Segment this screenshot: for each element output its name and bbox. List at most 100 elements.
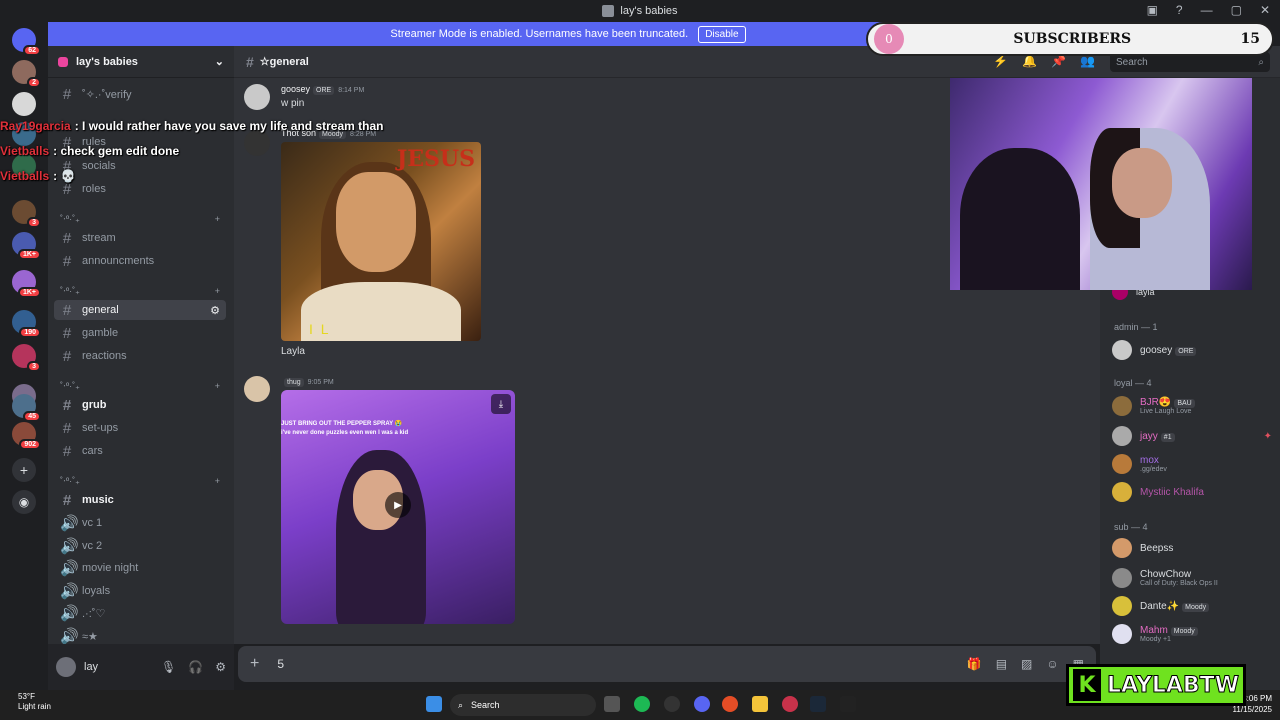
username[interactable]: lay: [84, 661, 98, 673]
webcam-overlay: [950, 78, 1252, 290]
members-icon[interactable]: 👥: [1080, 54, 1095, 68]
voice-channel[interactable]: 🔊 ≈★: [54, 626, 226, 644]
emoji-icon[interactable]: ☺: [1046, 657, 1058, 671]
category-header[interactable]: ˚‧º·˚₊ +: [60, 381, 220, 395]
voice-channel-vc1[interactable]: 🔊 vc 1: [54, 513, 226, 533]
member-item[interactable]: BJR😍 BAU Live Laugh Love: [1112, 394, 1272, 418]
member-item[interactable]: mox .gg/edev: [1112, 452, 1272, 476]
member-group-header: loyal — 4: [1114, 378, 1152, 388]
voice-channel-movie-night[interactable]: 🔊 movie night: [54, 558, 226, 578]
video-attachment[interactable]: JUST BRING OUT THE PEPPER SPRAY 😭 i've ne…: [281, 390, 515, 624]
voice-channel[interactable]: 🔊 .·:˚♡: [54, 603, 226, 623]
discord-icon: [602, 5, 615, 17]
add-attachment-icon[interactable]: +: [250, 655, 259, 673]
author-name[interactable]: goosey: [281, 84, 310, 94]
message-composer[interactable]: + 5 🎁 ▤ ▨ ☺ ▦: [238, 646, 1096, 682]
member-item[interactable]: jayy #1 ✦: [1112, 424, 1272, 448]
channel-verify[interactable]: # ˚✧.·˚verify: [54, 84, 226, 104]
discover-icon[interactable]: ◉: [12, 490, 36, 514]
member-item[interactable]: Mahm Moody Moody +1: [1112, 622, 1272, 646]
taskbar-search[interactable]: ⌕ Search: [450, 694, 596, 716]
spotify-icon[interactable]: [634, 696, 650, 712]
task-view-icon[interactable]: [604, 696, 620, 712]
member-item[interactable]: goosey ORE: [1112, 338, 1272, 362]
message-input[interactable]: 5: [277, 657, 284, 671]
maximize-button[interactable]: ▢: [1231, 3, 1242, 17]
stream-chat-line: Vietballs: check gem edit done: [0, 143, 180, 158]
threads-icon[interactable]: ⚡: [993, 54, 1008, 68]
sticker-icon[interactable]: ▨: [1021, 657, 1032, 671]
disable-button[interactable]: Disable: [698, 25, 746, 43]
member-item[interactable]: Beepss: [1112, 536, 1272, 560]
server-icon[interactable]: 45: [12, 394, 41, 422]
minimize-button[interactable]: —: [1201, 3, 1213, 17]
download-icon[interactable]: ⤓: [491, 394, 511, 414]
discord-icon[interactable]: [694, 696, 710, 712]
server-header[interactable]: lay's babies ⌄: [48, 46, 234, 78]
server-icon[interactable]: 2: [12, 60, 41, 88]
pin-icon[interactable]: 📌: [1051, 54, 1066, 68]
avatar[interactable]: [244, 84, 270, 110]
weather-widget[interactable]: 53°F Light rain: [18, 692, 51, 712]
close-button[interactable]: ✕: [1260, 3, 1270, 17]
hashtag-icon: #: [246, 53, 254, 70]
server-icon[interactable]: 1K+: [12, 232, 41, 260]
category-header[interactable]: ˚‧º·˚₊ +: [60, 214, 220, 228]
role-tag: thug: [284, 378, 304, 387]
hashtag-icon: #: [62, 252, 72, 270]
channel-general[interactable]: # general ⚙: [54, 300, 226, 320]
member-item[interactable]: ChowChow Call of Duty: Black Ops II: [1112, 566, 1272, 590]
category-header[interactable]: ˚‧º·˚₊ +: [60, 476, 220, 490]
server-icon[interactable]: 3: [12, 200, 41, 228]
avatar[interactable]: [244, 376, 270, 402]
app-icon[interactable]: [840, 696, 856, 712]
hashtag-icon: #: [62, 419, 72, 437]
hashtag-icon: #: [62, 324, 72, 342]
chevron-down-icon: ⌄: [214, 56, 224, 68]
speaker-icon: 🔊: [60, 538, 79, 555]
channel-cars[interactable]: # cars: [54, 441, 226, 461]
inbox-icon[interactable]: ▣: [1147, 3, 1158, 17]
add-server-icon[interactable]: +: [12, 458, 36, 482]
settings-icon[interactable]: ⚙: [210, 304, 220, 317]
play-icon[interactable]: ▶: [385, 492, 411, 518]
stream-chat-overlay: Ray19garcia: I would rather have you sav…: [0, 113, 430, 188]
speaker-icon: 🔊: [60, 560, 79, 577]
avatar[interactable]: [56, 657, 76, 677]
file-explorer-icon[interactable]: [752, 696, 768, 712]
server-icon[interactable]: 902: [12, 422, 41, 450]
member-item[interactable]: Mystiic Khalifa: [1112, 480, 1272, 504]
channel-music[interactable]: # music: [54, 490, 226, 510]
channel-announcments[interactable]: # announcments: [54, 251, 226, 271]
gift-icon[interactable]: 🎁: [967, 657, 982, 671]
channel-reactions[interactable]: # reactions: [54, 346, 226, 366]
server-icon[interactable]: 1K+: [12, 270, 41, 298]
settings-icon[interactable]: ⚙: [215, 660, 226, 674]
microphone-icon[interactable]: 🎙: [161, 660, 176, 674]
obs-icon[interactable]: [664, 696, 680, 712]
channel-gamble[interactable]: # gamble: [54, 323, 226, 343]
voice-channel-vc2[interactable]: 🔊 vc 2: [54, 536, 226, 556]
sub-goal-count: 15: [1240, 31, 1260, 47]
server-icon[interactable]: 3: [12, 344, 41, 372]
category-header[interactable]: ˚‧º·˚₊ +: [60, 286, 220, 300]
message-header: goosey ORE 8:14 PM: [281, 84, 364, 95]
brand-text: LAYLABTW: [1107, 672, 1240, 698]
voice-channel-loyals[interactable]: 🔊 loyals: [54, 581, 226, 601]
home-server-icon[interactable]: 62: [12, 28, 41, 56]
server-boost-icon: [58, 56, 68, 67]
chrome-icon[interactable]: [722, 696, 738, 712]
channel-set-ups[interactable]: # set-ups: [54, 418, 226, 438]
gif-icon[interactable]: ▤: [996, 657, 1007, 671]
server-icon[interactable]: 190: [12, 310, 41, 338]
steam-icon[interactable]: [810, 696, 826, 712]
channel-stream[interactable]: # stream: [54, 228, 226, 248]
channel-grub[interactable]: # grub: [54, 395, 226, 415]
headphones-icon[interactable]: 🎧: [188, 660, 203, 674]
windows-start-icon[interactable]: [426, 696, 442, 712]
member-item[interactable]: Dante✨ Moody: [1112, 594, 1272, 618]
app-icon[interactable]: [782, 696, 798, 712]
bell-icon[interactable]: 🔔: [1022, 54, 1037, 68]
message-header: thug 9:05 PM: [281, 376, 334, 387]
help-icon[interactable]: ?: [1176, 3, 1183, 17]
